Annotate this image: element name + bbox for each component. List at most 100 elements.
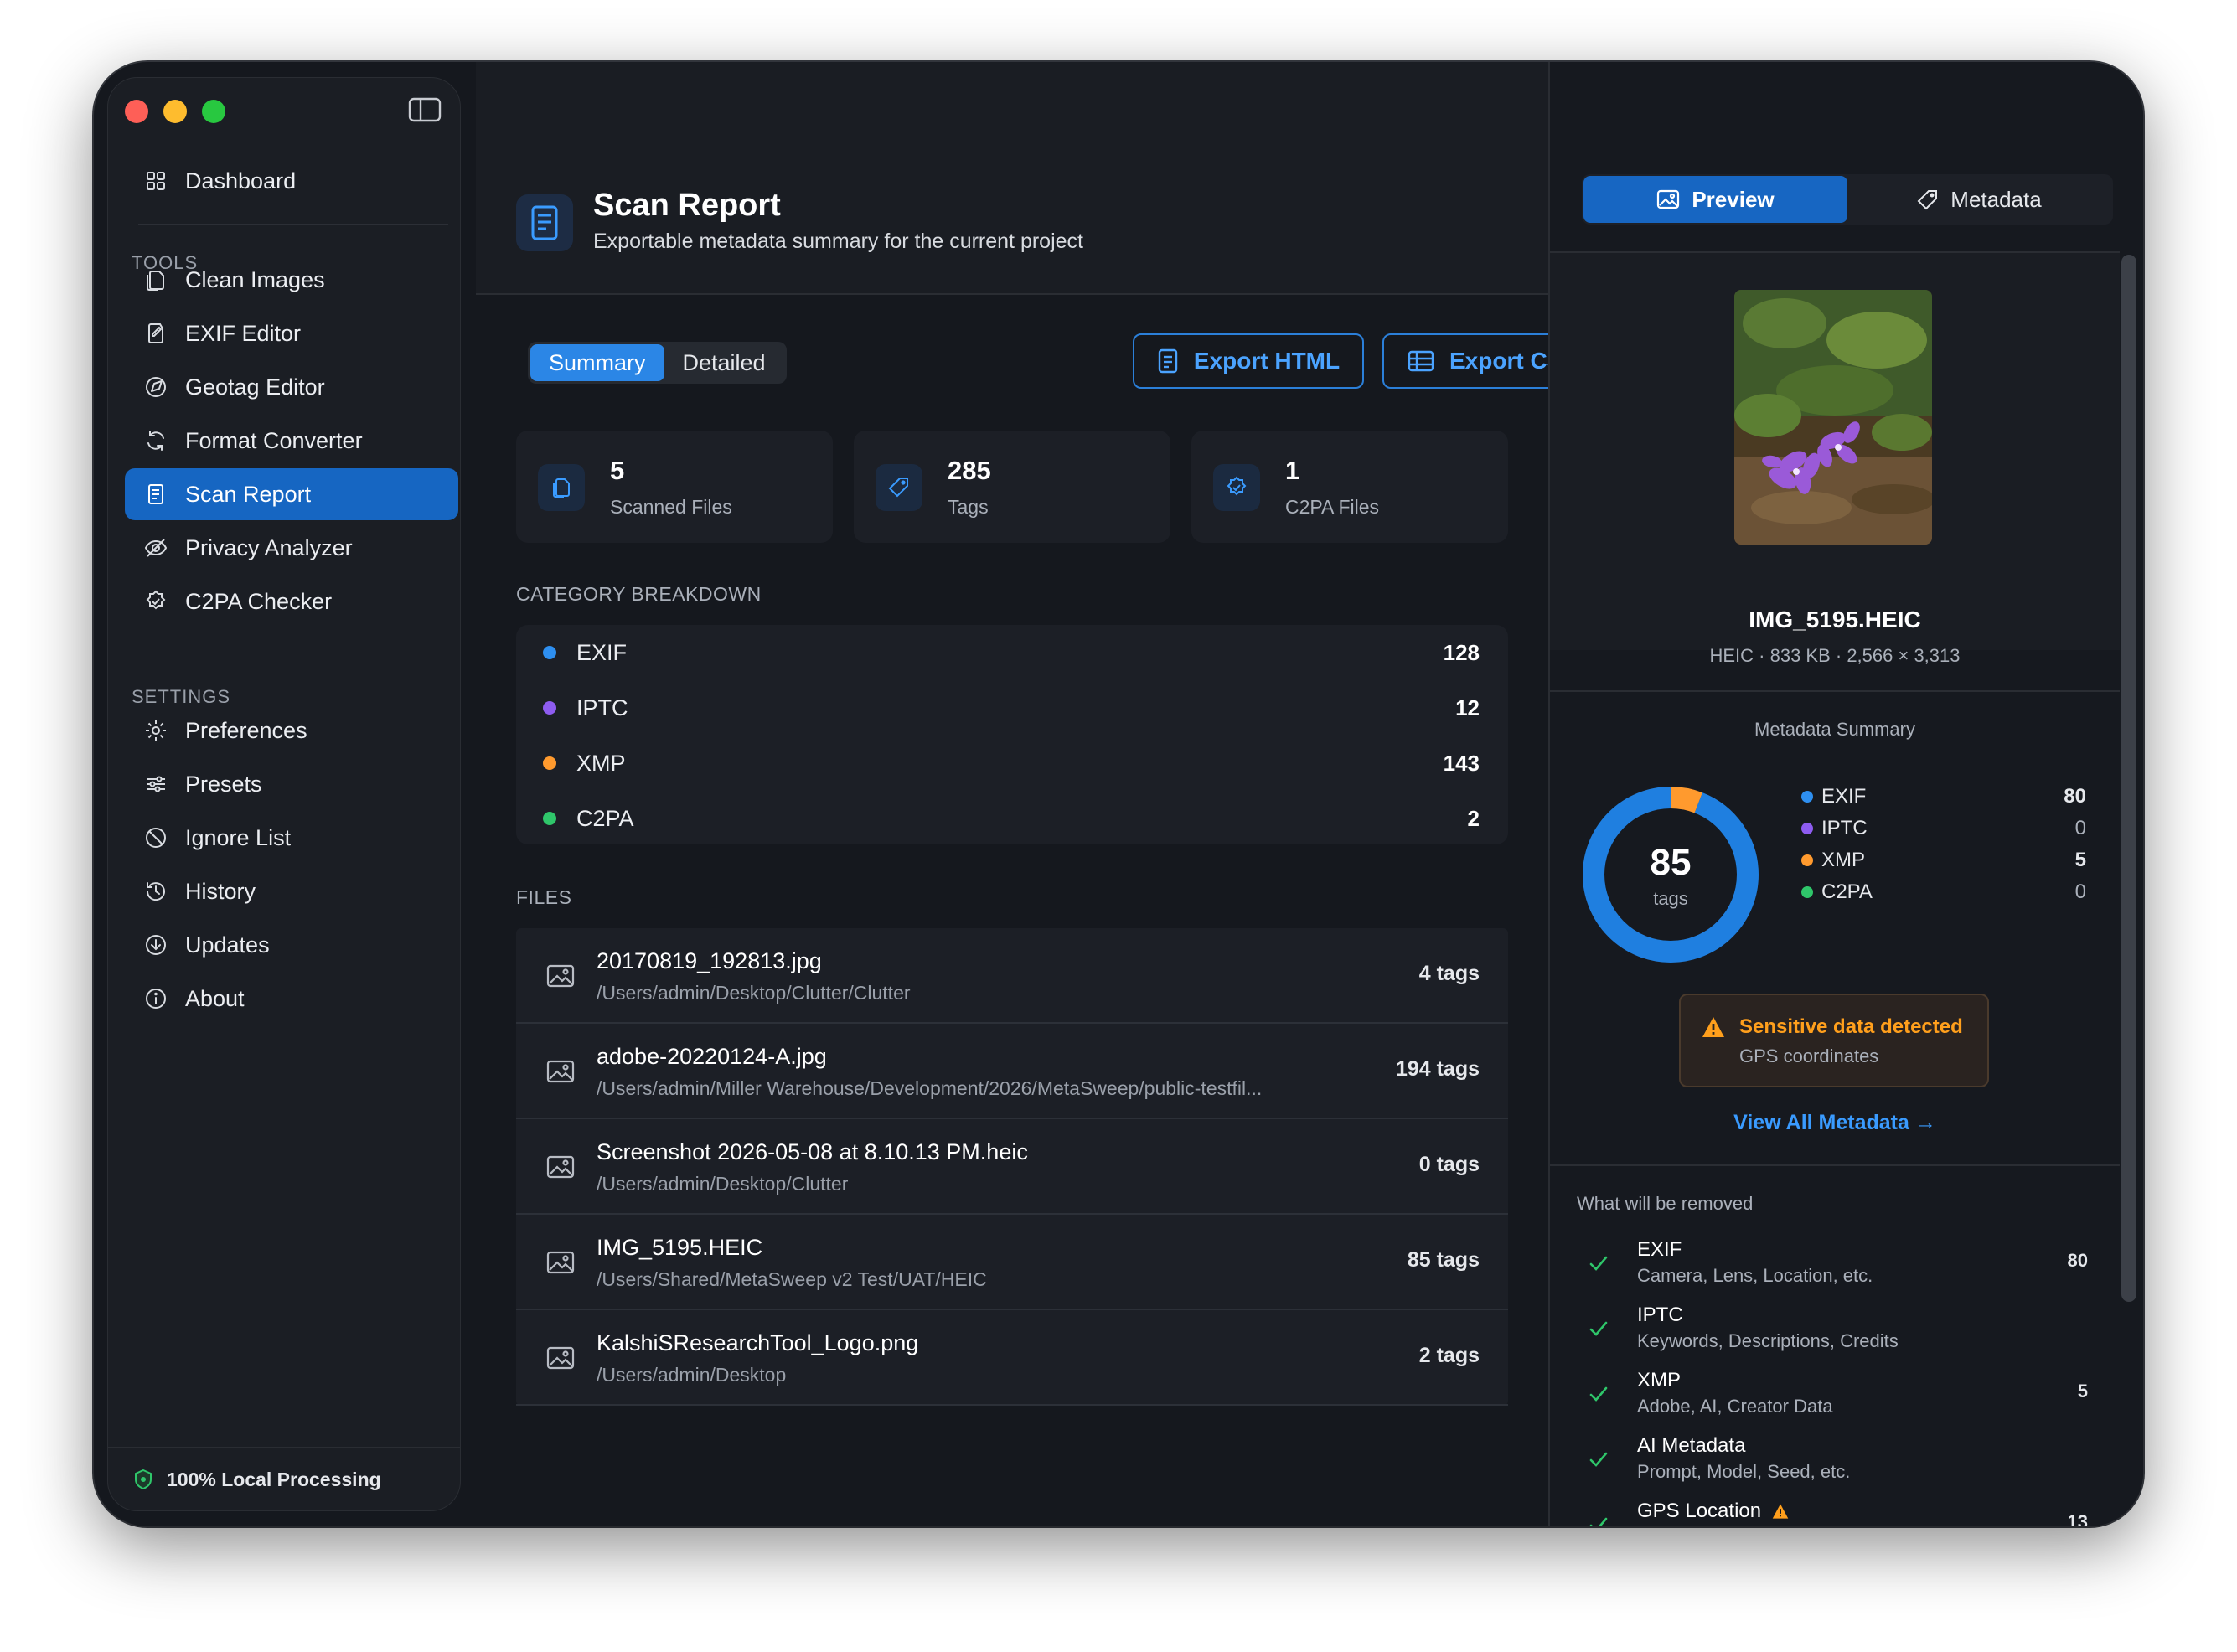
image-icon bbox=[546, 1251, 575, 1274]
sidebar-item-clean-images[interactable]: Clean Images bbox=[125, 254, 458, 306]
removal-subtitle: Prompt, Model, Seed, etc. bbox=[1637, 1461, 1851, 1482]
history-icon bbox=[146, 882, 165, 901]
sidebar-item-dashboard[interactable]: Dashboard bbox=[125, 155, 458, 207]
file-row[interactable]: adobe-20220124-A.jpg /Users/admin/Miller… bbox=[516, 1024, 1508, 1119]
checkmark-icon bbox=[1589, 1452, 1608, 1467]
location-arrow-icon bbox=[146, 377, 166, 397]
sidebar-item-label: About bbox=[185, 985, 245, 1011]
file-row[interactable]: IMG_5195.HEIC /Users/Shared/MetaSweep v2… bbox=[516, 1215, 1508, 1310]
legend-name: EXIF bbox=[1821, 785, 1867, 808]
tab-metadata-label: Metadata bbox=[1950, 186, 2042, 212]
sidebar-item-exif-editor[interactable]: EXIF Editor bbox=[125, 307, 458, 359]
removal-count: 13 bbox=[2067, 1511, 2088, 1526]
sidebar-item-privacy-analyzer[interactable]: Privacy Analyzer bbox=[125, 522, 458, 574]
selected-file-name: IMG_5195.HEIC bbox=[1749, 607, 1921, 632]
sidebar-item-format-converter[interactable]: Format Converter bbox=[125, 415, 458, 467]
removal-subtitle: Camera, Lens, Location, etc. bbox=[1637, 1265, 1873, 1286]
tab-summary[interactable]: Summary bbox=[530, 344, 664, 381]
stat-label: Scanned Files bbox=[610, 496, 732, 518]
file-tag-count: 2 tags bbox=[1418, 1344, 1480, 1367]
files-icon bbox=[538, 464, 585, 511]
view-toggle: Summary Detailed bbox=[528, 342, 787, 384]
sidebar-item-ignore-list[interactable]: Ignore List bbox=[125, 812, 458, 864]
metadata-summary-heading: Metadata Summary bbox=[1754, 719, 1915, 740]
sidebar-item-preferences[interactable]: Preferences bbox=[125, 705, 458, 756]
sidebar-item-about[interactable]: About bbox=[125, 973, 458, 1025]
file-name: IMG_5195.HEIC bbox=[597, 1235, 763, 1260]
tab-preview[interactable]: Preview bbox=[1583, 176, 1847, 223]
legend-name: XMP bbox=[1821, 849, 1866, 871]
sidebar-item-scan-report[interactable]: Scan Report bbox=[125, 468, 458, 520]
legend-name: C2PA bbox=[1821, 880, 1873, 903]
selected-file-info: HEIC · 833 KB · 2,566 × 3,313 bbox=[1709, 645, 1961, 666]
inspector-panel: Preview Metadata IMG_5195.HEIC HEIC · 83… bbox=[1548, 62, 2143, 1526]
tab-preview-label: Preview bbox=[1692, 186, 1775, 212]
category-name: XMP bbox=[576, 750, 626, 776]
minimize-window-button[interactable] bbox=[163, 100, 187, 123]
sidebar-item-c2pa-checker[interactable]: C2PA Checker bbox=[125, 576, 458, 627]
sidebar-toggle-icon[interactable] bbox=[408, 96, 442, 123]
tab-detailed[interactable]: Detailed bbox=[664, 344, 784, 381]
stat-value: 1 bbox=[1285, 456, 1300, 485]
removal-item-exif: EXIF Camera, Lens, Location, etc. 80 bbox=[1577, 1238, 2088, 1297]
c2pa-color-dot bbox=[543, 812, 556, 825]
removal-count: 5 bbox=[2077, 1381, 2088, 1402]
file-row[interactable]: 20170819_192813.jpg /Users/admin/Desktop… bbox=[516, 928, 1508, 1024]
close-window-button[interactable] bbox=[125, 100, 148, 123]
checkmark-icon bbox=[1589, 1256, 1608, 1271]
export-html-button[interactable]: Export HTML bbox=[1133, 333, 1364, 389]
category-row-exif: EXIF 128 bbox=[516, 625, 1508, 680]
panel-divider bbox=[1550, 690, 2120, 692]
info-icon bbox=[146, 989, 166, 1009]
view-all-metadata-link[interactable]: View All Metadata → bbox=[1550, 1111, 2120, 1135]
stat-card-c2pa-files: 1 C2PA Files bbox=[1191, 431, 1508, 543]
removal-heading: What will be removed bbox=[1577, 1193, 1754, 1214]
sidebar-item-presets[interactable]: Presets bbox=[125, 758, 458, 810]
sidebar-item-history[interactable]: History bbox=[125, 865, 458, 917]
removal-item-gps-location: GPS Location 13 bbox=[1577, 1500, 2088, 1526]
warning-subtitle: GPS coordinates bbox=[1739, 1045, 1879, 1066]
file-path: /Users/admin/Desktop/Clutter bbox=[597, 1173, 849, 1195]
removal-title: XMP bbox=[1637, 1369, 1682, 1391]
legend-row-xmp: XMP 5 bbox=[1801, 846, 2086, 875]
file-path: /Users/admin/Miller Warehouse/Developmen… bbox=[597, 1077, 1263, 1099]
sidebar-item-geotag-editor[interactable]: Geotag Editor bbox=[125, 361, 458, 413]
category-breakdown-list: EXIF 128 IPTC 12 XMP 143 C2PA 2 bbox=[516, 625, 1508, 844]
page-subtitle: Exportable metadata summary for the curr… bbox=[593, 230, 1083, 253]
legend-value: 5 bbox=[2074, 849, 2086, 871]
page-title: Scan Report bbox=[593, 188, 781, 223]
legend-name: IPTC bbox=[1821, 817, 1868, 839]
sidebar-item-label: Format Converter bbox=[185, 427, 363, 453]
exif-color-dot bbox=[543, 646, 556, 659]
image-icon bbox=[546, 1060, 575, 1083]
shield-icon bbox=[135, 1469, 152, 1490]
c2pa-color-dot bbox=[1801, 886, 1813, 898]
refresh-icon bbox=[147, 431, 164, 451]
local-processing-badge: 100% Local Processing bbox=[108, 1447, 460, 1510]
file-row[interactable]: Screenshot 2026-05-08 at 8.10.13 PM.heic… bbox=[516, 1119, 1508, 1215]
sidebar-item-updates[interactable]: Updates bbox=[125, 919, 458, 971]
sidebar-divider bbox=[138, 224, 448, 225]
file-tag-count: 0 tags bbox=[1418, 1153, 1480, 1176]
legend-value: 0 bbox=[2074, 880, 2086, 903]
zoom-window-button[interactable] bbox=[202, 100, 225, 123]
legend-row-exif: EXIF 80 bbox=[1801, 782, 2086, 811]
removal-subtitle: Adobe, AI, Creator Data bbox=[1637, 1396, 1833, 1417]
stat-card-tags: 285 Tags bbox=[854, 431, 1170, 543]
sidebar-item-label: Presets bbox=[185, 771, 262, 797]
removal-count: 80 bbox=[2067, 1250, 2088, 1271]
sidebar-item-label: EXIF Editor bbox=[185, 320, 302, 346]
tab-metadata[interactable]: Metadata bbox=[1847, 176, 2111, 223]
category-name: IPTC bbox=[576, 694, 628, 720]
sidebar-item-label: Dashboard bbox=[185, 168, 297, 194]
report-icon bbox=[148, 484, 163, 504]
file-row[interactable]: KalshiSResearchTool_Logo.png /Users/admi… bbox=[516, 1310, 1508, 1406]
sliders-icon bbox=[147, 776, 165, 792]
removal-item-iptc: IPTC Keywords, Descriptions, Credits bbox=[1577, 1304, 2088, 1362]
inspector-scrollbar[interactable] bbox=[2121, 255, 2136, 1302]
removal-item-ai-metadata: AI Metadata Prompt, Model, Seed, etc. bbox=[1577, 1434, 2088, 1493]
category-count: 128 bbox=[1443, 639, 1480, 665]
grid-icon bbox=[147, 172, 165, 190]
download-circle-icon bbox=[146, 935, 166, 955]
file-tag-count: 4 tags bbox=[1418, 962, 1480, 985]
